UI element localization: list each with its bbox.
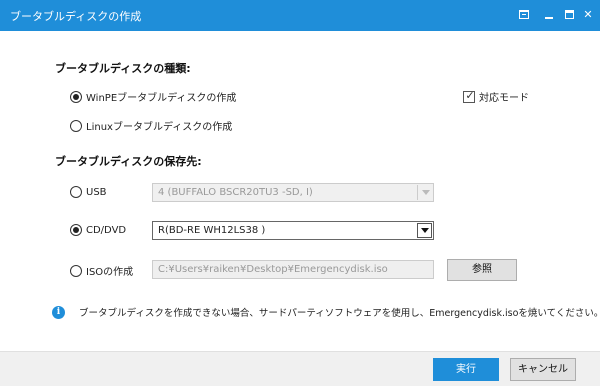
cancel-button[interactable]: キャンセル [510, 358, 576, 381]
compat-mode-checkbox[interactable]: ✓ [463, 88, 475, 103]
info-message: i ブータブルディスクを作成できない場合、サードパーティソフトウェアを使用し、E… [52, 305, 600, 319]
info-icon: i [52, 305, 65, 319]
compat-mode-label: 対応モード [479, 93, 529, 104]
usb-option[interactable]: USB [70, 186, 107, 198]
linux-label: Linuxブータブルディスクの作成 [86, 122, 233, 133]
chevron-down-icon[interactable] [417, 223, 432, 238]
usb-label: USB [86, 186, 107, 198]
destination-section-heading: ブータブルディスクの保存先: [55, 155, 202, 168]
linux-option[interactable]: Linuxブータブルディスクの作成 [70, 118, 232, 133]
window-title: ブータブルディスクの作成 [10, 10, 142, 23]
usb-device-select: 4 (BUFFALO BSCR20TU3 -SD, I) [152, 183, 434, 202]
iso-path-field: C:¥Users¥raiken¥Desktop¥Emergencydisk.is… [152, 260, 434, 279]
cd-dvd-option[interactable]: CD/DVD [70, 224, 126, 236]
compat-mode-option[interactable]: ✓ 対応モード [463, 89, 529, 104]
minimize-icon[interactable] [541, 7, 557, 23]
usb-device-value: 4 (BUFFALO BSCR20TU3 -SD, I) [158, 187, 313, 198]
iso-label: ISOの作成 [86, 267, 134, 278]
cd-dvd-label: CD/DVD [86, 224, 127, 236]
info-text: ブータブルディスクを作成できない場合、サードパーティソフトウェアを使用し、Eme… [79, 308, 600, 319]
footer: 実行 キャンセル [0, 351, 600, 386]
winpe-option[interactable]: WinPEブータブルディスクの作成 [70, 89, 236, 104]
chevron-down-icon [417, 185, 432, 200]
iso-radio[interactable] [70, 264, 82, 277]
execute-button[interactable]: 実行 [433, 358, 499, 381]
winpe-label: WinPEブータブルディスクの作成 [86, 93, 237, 104]
maximize-icon[interactable] [561, 7, 577, 23]
winpe-radio[interactable] [70, 90, 82, 103]
close-icon[interactable]: ✕ [580, 7, 596, 23]
linux-radio[interactable] [70, 119, 82, 132]
cd-dvd-drive-select[interactable]: R(BD-RE WH12LS38 ) [152, 221, 434, 240]
checkmark-icon: ✓ [465, 88, 475, 102]
type-section-heading: ブータブルディスクの種類: [55, 62, 191, 75]
cd-dvd-radio[interactable] [70, 224, 82, 236]
browse-button[interactable]: 参照 [447, 259, 517, 281]
iso-option[interactable]: ISOの作成 [70, 263, 133, 278]
usb-radio[interactable] [70, 186, 82, 198]
menu-icon[interactable] [516, 7, 532, 23]
cd-dvd-drive-value: R(BD-RE WH12LS38 ) [158, 225, 266, 236]
title-bar: ブータブルディスクの作成 ✕ [0, 0, 600, 31]
